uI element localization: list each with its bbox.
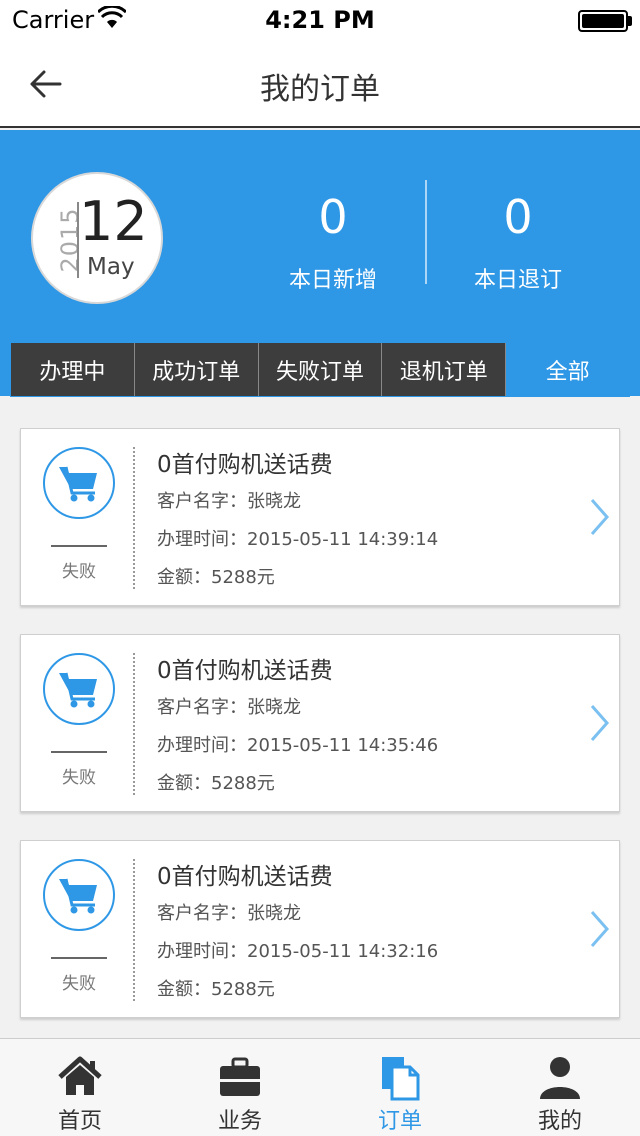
- tabbar-label: 订单: [377, 1109, 422, 1134]
- order-filter-tabs: 办理中 成功订单 失败订单 退机订单 全部: [10, 342, 630, 397]
- order-amount: 金额：5288元: [157, 979, 275, 1000]
- order-customer: 客户名字：张晓龙: [157, 491, 301, 512]
- tabbar-label: 业务: [217, 1109, 262, 1134]
- tab-returned[interactable]: 退机订单: [382, 343, 507, 396]
- tab-all[interactable]: 全部: [506, 343, 629, 396]
- order-card[interactable]: 失败 0首付购机送话费 客户名字：张晓龙 办理时间：2015-05-11 14:…: [20, 634, 620, 812]
- order-amount: 金额：5288元: [157, 567, 275, 588]
- clock: 4:21 PM: [265, 6, 375, 34]
- date-badge: 2015 12 May: [31, 172, 163, 304]
- page-title: 我的订单: [260, 72, 380, 107]
- order-status: 失败: [62, 974, 96, 994]
- order-name: 0首付购机送话费: [157, 864, 333, 890]
- cart-icon: [43, 653, 115, 725]
- user-icon: [540, 1057, 580, 1099]
- order-time: 办理时间：2015-05-11 14:35:46: [157, 735, 439, 756]
- order-card[interactable]: 失败 0首付购机送话费 客户名字：张晓龙 办理时间：2015-05-11 14:…: [20, 428, 620, 606]
- stat-cancel-value: 0: [503, 190, 533, 244]
- stat-cancel-today: 0 本日退订: [428, 190, 608, 294]
- order-status: 失败: [62, 768, 96, 788]
- stat-new-label: 本日新增: [288, 268, 377, 293]
- stat-cancel-label: 本日退订: [473, 268, 562, 293]
- chevron-right-icon: [590, 705, 610, 741]
- chevron-right-icon: [590, 499, 610, 535]
- order-time: 办理时间：2015-05-11 14:39:14: [157, 529, 439, 550]
- order-card[interactable]: 失败 0首付购机送话费 客户名字：张晓龙 办理时间：2015-05-11 14:…: [20, 840, 620, 1018]
- order-customer: 客户名字：张晓龙: [157, 697, 301, 718]
- cart-icon: [43, 859, 115, 931]
- home-icon: [58, 1056, 102, 1095]
- document-icon: [382, 1057, 420, 1101]
- tab-success[interactable]: 成功订单: [134, 343, 259, 396]
- tabbar-item-orders[interactable]: 订单: [320, 1039, 480, 1136]
- stat-new-today: 0 本日新增: [243, 190, 423, 294]
- cart-icon: [43, 447, 115, 519]
- chevron-right-icon: [590, 911, 610, 947]
- tabbar-item-me[interactable]: 我的: [480, 1039, 640, 1136]
- tabbar-item-business[interactable]: 业务: [160, 1039, 320, 1136]
- date-month: May: [87, 254, 135, 280]
- tabbar-label: 首页: [57, 1109, 102, 1134]
- stat-divider: [425, 180, 427, 284]
- tabbar-item-home[interactable]: 首页: [0, 1039, 160, 1136]
- order-name: 0首付购机送话费: [157, 658, 333, 684]
- tabbar-label: 我的: [537, 1109, 582, 1134]
- briefcase-icon: [220, 1057, 260, 1096]
- status-bar: Carrier 4:21 PM: [0, 0, 640, 40]
- order-time: 办理时间：2015-05-11 14:32:16: [157, 941, 439, 962]
- date-day: 12: [79, 190, 148, 253]
- order-amount: 金额：5288元: [157, 773, 275, 794]
- order-name: 0首付购机送话费: [157, 452, 333, 478]
- order-status: 失败: [62, 562, 96, 582]
- stat-new-value: 0: [318, 190, 348, 244]
- nav-bar: 我的订单: [0, 40, 640, 128]
- tab-failed[interactable]: 失败订单: [258, 343, 383, 396]
- bottom-tab-bar: 首页 业务 订单 我的: [0, 1038, 640, 1136]
- battery-icon: [578, 10, 628, 32]
- order-customer: 客户名字：张晓龙: [157, 903, 301, 924]
- tab-in-progress[interactable]: 办理中: [11, 343, 135, 396]
